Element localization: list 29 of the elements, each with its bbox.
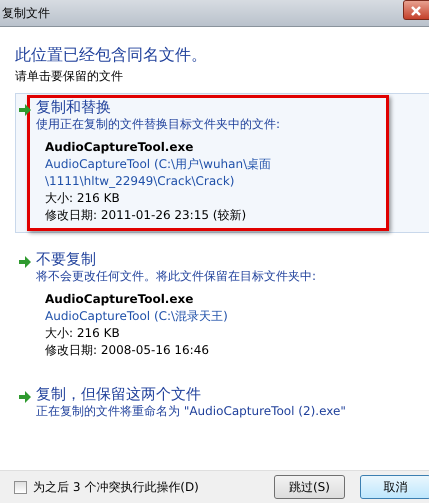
file-path: \1111\hltw_22949\Crack\Crack): [45, 172, 236, 190]
option-title: 复制和替换: [36, 98, 112, 116]
arrow-icon: [18, 104, 32, 116]
window-title: 复制文件: [1, 5, 50, 22]
option-description: 使用正在复制的文件替换目标文件夹中的文件:: [36, 116, 282, 133]
option-card[interactable]: 复制和替换 使用正在复制的文件替换目标文件夹中的文件: AudioCaptureTool.exe AudioCaptureTool (C:\用户\wuhan\桌面 \1111\hltw_22949\Crack\Crack) 大小: 216 KB 修改日期: 2011-01-26 23:15 (较新): [15, 93, 429, 233]
arrow-icon: [18, 256, 32, 268]
option-title: 不要复制: [36, 250, 97, 268]
dialog-heading: 此位置已经包含同名文件。: [15, 45, 208, 64]
file-path: AudioCaptureTool (C:\混录天王): [45, 308, 229, 325]
file-date: 修改日期: 2011-01-26 23:15 (较新): [45, 206, 248, 224]
option-card[interactable]: 不要复制 将不会更改任何文件。将此文件保留在目标文件夹中: AudioCaptureTool.exe AudioCaptureTool (C:\混录天王) 大小: 216 KB 修改日期: 2008-05-16 16:46: [15, 244, 429, 368]
option-description: 正在复制的文件将重命名为 "AudioCaptureTool (2).exe": [36, 402, 347, 420]
file-path: AudioCaptureTool (C:\用户\wuhan\桌面: [45, 156, 272, 173]
file-name: AudioCaptureTool.exe: [45, 138, 194, 156]
option-card[interactable]: 复制，但保留这两个文件 正在复制的文件将重命名为 "AudioCaptureTool (2).exe": [15, 380, 429, 429]
instruction-text: 请单击要保留的文件: [15, 68, 124, 86]
checkbox-label: 为之后 3 个冲突执行此操作(D): [33, 479, 199, 496]
dialog-button[interactable]: 跳过(S): [274, 475, 345, 499]
file-date: 修改日期: 2008-05-16 16:46: [45, 342, 210, 359]
file-size: 大小: 216 KB: [45, 190, 121, 207]
option-title: 复制，但保留这两个文件: [36, 384, 202, 403]
file-size: 大小: 216 KB: [45, 324, 121, 342]
checkbox[interactable]: [14, 480, 27, 494]
file-name: AudioCaptureTool.exe: [45, 290, 194, 308]
option-description: 将不会更改任何文件。将此文件保留在目标文件夹中:: [36, 268, 318, 285]
close-button[interactable]: [403, 0, 429, 20]
arrow-icon: [18, 390, 32, 403]
dialog-button[interactable]: 取消: [360, 475, 429, 499]
